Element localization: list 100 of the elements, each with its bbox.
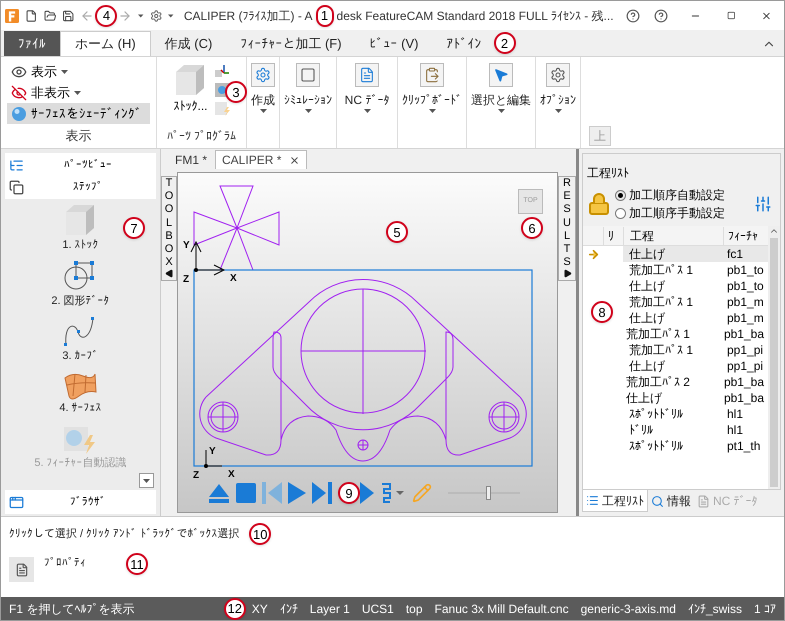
step-item[interactable]: 4. ｻｰﾌｪｽ — [59, 370, 102, 416]
panel-tab[interactable]: 情報 — [648, 490, 694, 512]
process-row[interactable]: 荒加工ﾊﾟｽ 1 pb1_ba — [620, 326, 768, 342]
panel-tab[interactable]: 工程ﾘｽﾄ — [582, 490, 648, 512]
ribbon-tab[interactable]: ﾋﾞｭｰ (V) — [356, 31, 433, 56]
step-item[interactable]: 3. ｶｰﾌﾞ — [62, 314, 99, 364]
step-item[interactable]: 1. ｽﾄｯｸ — [62, 203, 99, 254]
table-cell-text: pb1_ba — [722, 374, 765, 391]
column-header[interactable]: 工程 — [623, 226, 723, 244]
expand-triangle-icon — [562, 269, 572, 278]
table-cell-text: pb1_ba — [722, 326, 765, 343]
ribbon-dropdown-button[interactable]: 作成 — [251, 63, 275, 148]
stock-button[interactable]: ｽﾄｯｸ... — [173, 63, 208, 117]
radio-button[interactable] — [615, 208, 626, 218]
toolbox-tab[interactable]: TOOLBOX — [161, 176, 177, 282]
close-tab-icon[interactable] — [289, 154, 300, 166]
axis-label: Y — [209, 446, 216, 457]
status-item: Fanuc 3x Mill Default.cnc — [434, 600, 569, 618]
help-icon[interactable] — [654, 6, 668, 24]
table-cell-text: ｽﾎﾟｯﾄﾄﾞﾘﾙ — [628, 406, 684, 423]
gear-icon — [255, 67, 271, 83]
skip-forward-icon[interactable] — [312, 482, 332, 504]
step-forward-icon[interactable] — [360, 482, 374, 504]
settings-icon[interactable] — [150, 8, 162, 24]
scroll-down-button[interactable] — [139, 473, 154, 488]
ribbon-dropdown-button[interactable]: ｼﾐｭﾚｰｼｮﾝ — [284, 63, 332, 148]
display-option[interactable]: ｻｰﾌｪｽをｼｪｰﾃﾞｨﾝｸﾞ — [7, 103, 150, 124]
properties-label: ﾌﾟﾛﾊﾟﾃｨ — [44, 556, 86, 571]
collapse-triangle-icon — [164, 269, 174, 278]
process-row[interactable]: ﾄﾞﾘﾙ hl1 — [623, 422, 768, 438]
toolpath-dropdown-icon[interactable] — [380, 482, 406, 504]
play-icon[interactable] — [288, 482, 306, 504]
help-pointer-icon[interactable] — [626, 6, 640, 24]
callout-badge: 5 — [386, 221, 408, 243]
document-tab[interactable]: CALIPER * — [215, 150, 308, 169]
axis-label: Z — [183, 274, 190, 285]
callout-badge: 1 — [316, 4, 334, 26]
panel-nav-item[interactable]: ｽﾃｯﾌﾟ — [5, 176, 156, 198]
table-cell-text: pb1_to — [726, 278, 765, 295]
sphere-icon — [11, 106, 27, 122]
ribbon-dropdown-button[interactable]: NC ﾃﾞｰﾀ — [341, 63, 393, 148]
callout-badge: 7 — [123, 217, 145, 239]
process-row[interactable]: ｽﾎﾟｯﾄﾄﾞﾘﾙ pt1_th — [623, 438, 768, 454]
sort-settings-icon[interactable] — [754, 195, 772, 213]
undo-icon[interactable] — [80, 8, 94, 22]
process-row[interactable]: 仕上げ pb1_ba — [620, 390, 768, 406]
redo-icon[interactable] — [118, 8, 132, 22]
axis-triad-icon[interactable] — [214, 63, 230, 79]
caret-icon — [554, 109, 562, 113]
table-cell-text: pb1_ba — [722, 390, 765, 407]
status-help-text: F1 を押してﾍﾙﾌﾟを表示 — [9, 600, 134, 618]
process-row[interactable]: 荒加工ﾊﾟｽ 1 pp1_pi — [623, 342, 768, 358]
ribbon-tab[interactable]: ホーム (H) — [60, 31, 151, 56]
table-cell-text: 荒加工ﾊﾟｽ 1 — [624, 326, 691, 343]
radio-label: 加工順序手動設定 — [629, 205, 725, 222]
process-row[interactable]: 仕上げ pp1_pi — [623, 358, 768, 374]
caret-icon — [143, 478, 150, 482]
process-row[interactable]: 仕上げ pb1_m — [623, 310, 768, 326]
column-header[interactable]: ﾘ — [603, 226, 623, 244]
document-tab[interactable]: FM1 * — [169, 150, 214, 169]
maximize-icon[interactable] — [726, 10, 736, 21]
display-option[interactable]: 表示 — [7, 61, 150, 82]
slider-thumb[interactable] — [486, 486, 491, 500]
panel-nav-item[interactable]: ﾊﾟｰﾂﾋﾞｭｰ — [5, 154, 156, 176]
process-row[interactable]: 仕上げ fc1 — [623, 246, 768, 262]
eject-icon[interactable] — [208, 482, 230, 504]
ribbon-tab[interactable]: 作成 (C) — [150, 31, 226, 56]
caret-icon — [428, 109, 436, 113]
process-row[interactable]: ｽﾎﾟｯﾄﾄﾞﾘﾙ hl1 — [623, 406, 768, 422]
ribbon-dropdown-button[interactable]: 選択と編集 — [471, 63, 531, 148]
cursor-icon — [493, 67, 509, 83]
ribbon-dropdown-button[interactable]: ｸﾘｯﾌﾟﾎﾞｰﾄﾞ — [402, 63, 462, 148]
speed-slider[interactable] — [448, 486, 520, 500]
step-item[interactable]: 2. 図形ﾃﾞｰﾀ — [51, 258, 110, 309]
window-title: CALIPER (ﾌﾗｲｽ加工) - A — [184, 8, 312, 24]
display-option[interactable]: 非表示 — [7, 82, 150, 103]
properties-icon[interactable] — [9, 557, 34, 582]
ribbon-tab[interactable]: ｱﾄﾞｲﾝ — [432, 31, 496, 56]
process-row[interactable]: 荒加工ﾊﾟｽ 1 pb1_m — [623, 294, 768, 310]
new-file-icon[interactable] — [25, 8, 38, 24]
radio-button[interactable] — [615, 190, 626, 200]
process-row[interactable]: 荒加工ﾊﾟｽ 1 pb1_to — [623, 262, 768, 278]
file-tab[interactable]: ﾌｧｲﾙ — [4, 31, 60, 56]
axis-label: Z — [193, 470, 200, 481]
results-tab[interactable]: RESULTS — [558, 176, 576, 282]
ribbon-tab[interactable]: ﾌｨｰﾁｬｰと加工 (F) — [226, 31, 356, 56]
process-row[interactable]: 仕上げ pb1_to — [623, 278, 768, 294]
table-cell-text: 仕上げ — [628, 358, 666, 375]
options-icon — [550, 67, 566, 83]
status-item: top — [406, 600, 423, 618]
scrollbar[interactable] — [768, 226, 780, 489]
callout-badge: 2 — [494, 32, 516, 54]
callout-badge: 6 — [521, 217, 543, 239]
browser-tab[interactable]: ﾌﾞﾗｳｻﾞ — [5, 490, 156, 514]
callout-badge: 11 — [126, 553, 148, 575]
process-row[interactable]: 荒加工ﾊﾟｽ 2 pb1_ba — [620, 374, 768, 390]
ribbon-dropdown-button[interactable]: ｵﾌﾟｼｮﾝ — [540, 63, 576, 148]
status-item: generic-3-axis.md — [580, 600, 676, 618]
caret-icon — [304, 109, 312, 113]
callout-badge: 4 — [95, 4, 118, 26]
